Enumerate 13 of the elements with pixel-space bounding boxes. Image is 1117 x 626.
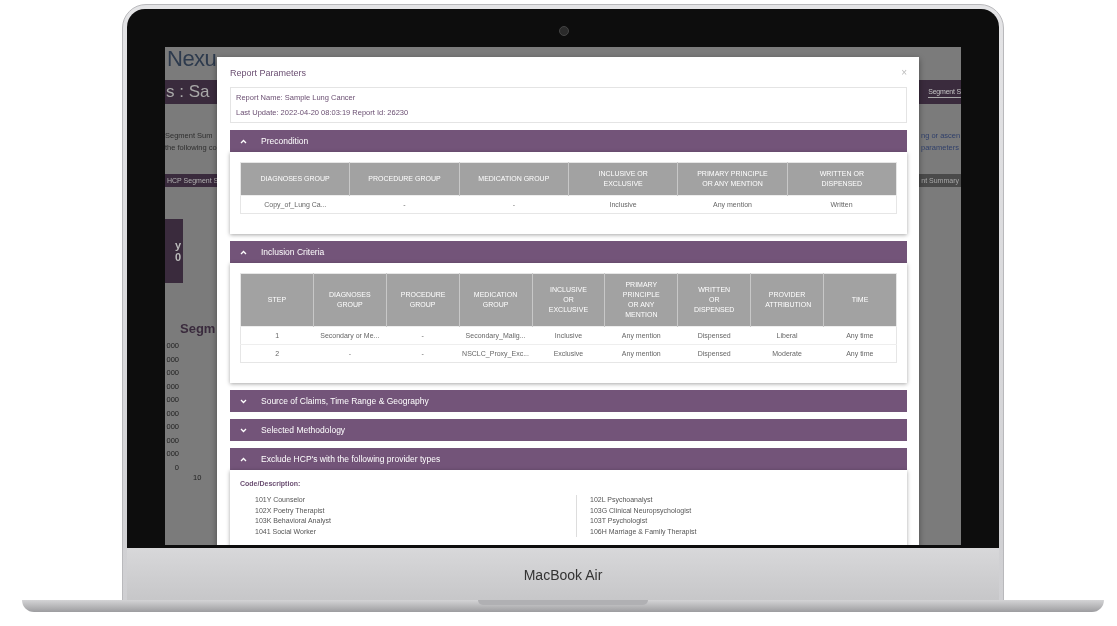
camera-dot — [559, 26, 569, 36]
section-header[interactable]: Source of Claims, Time Range & Geography — [230, 390, 907, 412]
page-title: s : Sa — [165, 82, 210, 102]
section-header[interactable]: Selected Methodology — [230, 419, 907, 441]
section-header[interactable]: Inclusion Criteria — [230, 241, 907, 263]
dialog-title: Report Parameters — [230, 67, 307, 78]
section-title: Segm — [180, 321, 216, 336]
section-header[interactable]: Precondition — [230, 130, 907, 152]
card-text: 0 — [174, 251, 181, 263]
section-header[interactable]: Exclude HCP's with the following provider types — [230, 448, 907, 470]
card-text: y — [174, 239, 181, 251]
app-logo: Nexu — [167, 47, 217, 71]
device-label: MacBook Air — [523, 567, 603, 583]
